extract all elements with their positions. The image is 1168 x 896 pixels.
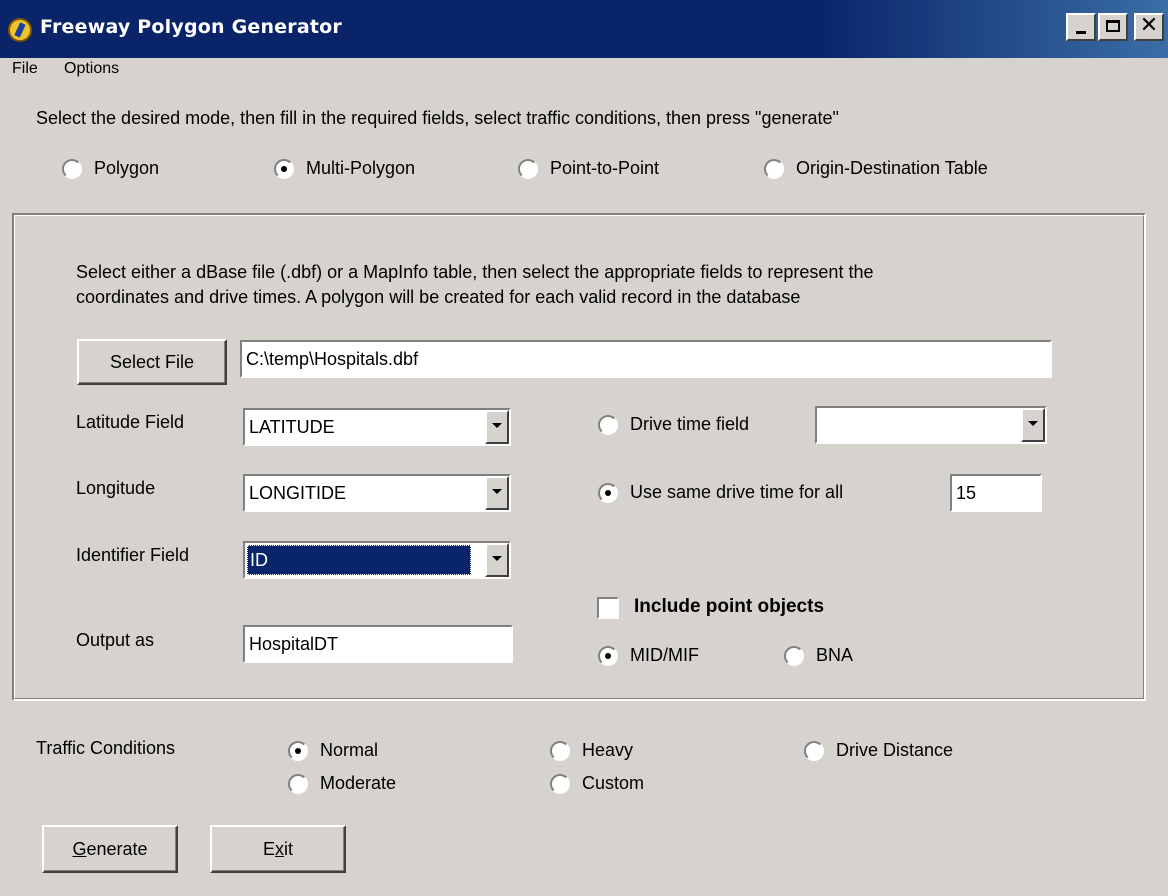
exit-button[interactable]: Exit [210,825,346,873]
maximize-button[interactable] [1098,13,1128,41]
radio-indicator [598,645,618,666]
traffic-drive-distance-radio[interactable]: Drive Distance [804,740,953,761]
include-points-checkbox[interactable] [597,597,619,619]
mode-od-table-label: Origin-Destination Table [796,158,988,178]
mode-od-table-radio[interactable]: Origin-Destination Table [764,158,988,179]
panel-description-line1: Select either a dBase file (.dbf) or a M… [76,262,874,282]
chevron-down-icon[interactable] [485,476,509,510]
select-file-button[interactable]: Select File [77,339,227,385]
radio-indicator [550,740,570,761]
radio-indicator [288,773,308,794]
chevron-down-icon[interactable] [1021,408,1045,442]
longitude-field-label: Longitude [76,478,156,498]
format-mid-mif-label: MID/MIF [630,645,699,665]
radio-indicator [804,740,824,761]
menu-file[interactable]: File [12,60,38,78]
generate-button[interactable]: Generate [42,825,178,873]
format-bna-label: BNA [816,645,854,665]
longitude-field-select[interactable]: LONGITIDE [243,474,511,512]
menu-bar: File Options [0,58,1168,82]
traffic-heavy-label: Heavy [582,740,634,760]
mode-point-to-point-radio[interactable]: Point-to-Point [518,158,659,179]
mode-multi-polygon-label: Multi-Polygon [306,158,416,178]
mode-multi-polygon-radio[interactable]: Multi-Polygon [274,158,415,179]
radio-indicator [764,158,784,179]
minimize-button[interactable] [1066,13,1096,41]
same-drive-time-radio[interactable]: Use same drive time for all [598,482,843,503]
close-button[interactable]: ✕ [1134,13,1164,41]
latitude-field-value: LATITUDE [249,416,335,437]
same-drive-time-label: Use same drive time for all [630,482,844,502]
chevron-down-icon[interactable] [485,410,509,444]
traffic-moderate-label: Moderate [320,773,397,793]
radio-indicator [62,158,82,179]
traffic-moderate-radio[interactable]: Moderate [288,773,396,794]
traffic-normal-label: Normal [320,740,379,760]
radio-indicator [288,740,308,761]
close-icon: ✕ [1139,13,1159,38]
identifier-field-value: ID [247,545,471,575]
latitude-field-label: Latitude Field [76,412,185,432]
identifier-field-label: Identifier Field [76,545,190,565]
radio-indicator [598,482,618,503]
generate-button-label: Generate [72,838,148,859]
traffic-drive-distance-label: Drive Distance [836,740,954,760]
window-title: Freeway Polygon Generator [40,16,342,38]
traffic-conditions-label: Traffic Conditions [36,738,176,758]
traffic-normal-radio[interactable]: Normal [288,740,378,761]
traffic-custom-radio[interactable]: Custom [550,773,644,794]
output-as-label: Output as [76,630,155,650]
traffic-custom-label: Custom [582,773,645,793]
radio-indicator [274,158,294,179]
output-as-input[interactable]: HospitalDT [243,625,513,663]
mode-point-to-point-label: Point-to-Point [550,158,660,178]
traffic-heavy-radio[interactable]: Heavy [550,740,633,761]
radio-indicator [518,158,538,179]
format-bna-radio[interactable]: BNA [784,645,853,666]
drive-time-minutes-input[interactable]: 15 [950,474,1042,512]
format-mid-mif-radio[interactable]: MID/MIF [598,645,699,666]
radio-indicator [550,773,570,794]
identifier-field-select[interactable]: ID [243,541,511,579]
exit-button-label: Exit [262,838,293,859]
drive-time-field-radio[interactable]: Drive time field [598,414,749,435]
radio-indicator [784,645,804,666]
instruction-text: Select the desired mode, then fill in th… [36,108,839,128]
longitude-field-value: LONGITIDE [249,482,347,503]
include-points-label: Include point objects [634,596,825,617]
mode-polygon-label: Polygon [94,158,160,178]
file-path-input[interactable]: C:\temp\Hospitals.dbf [240,340,1052,378]
title-bar[interactable]: Freeway Polygon Generator ✕ [0,0,1168,58]
app-window: Freeway Polygon Generator ✕ File Options… [0,0,1168,896]
panel-description-line2: coordinates and drive times. A polygon w… [76,287,801,307]
radio-indicator [598,414,618,435]
app-icon [8,18,32,42]
latitude-field-select[interactable]: LATITUDE [243,408,511,446]
chevron-down-icon[interactable] [485,543,509,577]
drive-time-field-select[interactable] [815,406,1047,444]
menu-options[interactable]: Options [64,60,119,78]
mode-polygon-radio[interactable]: Polygon [62,158,159,179]
drive-time-field-label: Drive time field [630,414,750,434]
